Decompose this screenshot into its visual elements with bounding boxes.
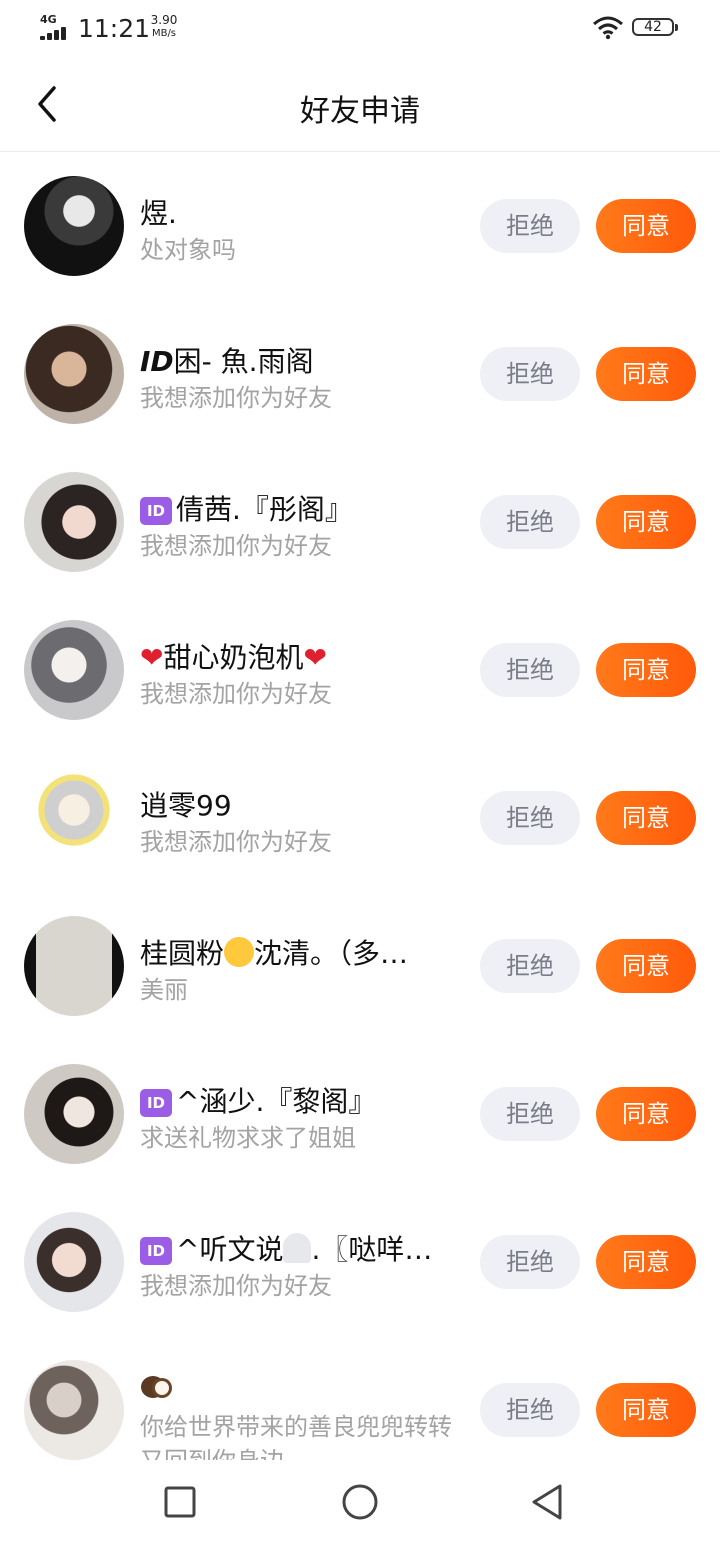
id-badge-icon: ID	[140, 1237, 172, 1265]
friend-request-item: 你给世界带来的善良兜兜转转又回到你身边 拒绝 同意	[0, 1336, 720, 1460]
system-back-button[interactable]	[526, 1480, 570, 1524]
avatar[interactable]	[24, 1064, 124, 1164]
friend-request-item: 煜. 处对象吗 拒绝 同意	[0, 152, 720, 300]
reject-button[interactable]: 拒绝	[480, 1087, 580, 1141]
requester-name-text: 甜心奶泡机	[163, 641, 304, 674]
request-message: 我想添加你为好友	[140, 1272, 332, 1300]
request-message: 你给世界带来的善良兜兜转转又回到你身边	[140, 1413, 452, 1460]
requester-name-text: 桂圆粉	[140, 937, 225, 970]
friend-request-item: ID ^涵少.『黎阁』 求送礼物求求了姐姐 拒绝 同意	[0, 1040, 720, 1188]
recents-button[interactable]	[158, 1480, 202, 1524]
reject-button[interactable]: 拒绝	[480, 939, 580, 993]
avatar[interactable]	[24, 1360, 124, 1460]
network-speed-value: 3.90	[150, 13, 178, 27]
network-speed-unit: MB/s	[151, 28, 177, 39]
home-button[interactable]	[338, 1480, 382, 1524]
friend-request-item: 逍零99 我想添加你为好友 拒绝 同意	[0, 744, 720, 892]
id-badge-icon: ID	[140, 497, 172, 525]
friend-request-item: ❤甜心奶泡机❤ 我想添加你为好友 拒绝 同意	[0, 596, 720, 744]
request-message: 我想添加你为好友	[140, 532, 332, 560]
avatar[interactable]	[24, 472, 124, 572]
avatar[interactable]	[24, 916, 124, 1016]
accept-button[interactable]: 同意	[596, 495, 696, 549]
avatar[interactable]	[24, 1212, 124, 1312]
requester-name: 逍零99	[140, 789, 232, 822]
requester-name-text: ^涵少.『黎阁』	[176, 1085, 377, 1118]
request-message: 求送礼物求求了姐姐	[140, 1124, 356, 1152]
requester-name: 桂圆粉 沈清。（多…	[140, 932, 408, 972]
reject-button[interactable]: 拒绝	[480, 643, 580, 697]
requester-name: ❤甜心奶泡机❤	[140, 636, 327, 676]
accept-button[interactable]: 同意	[596, 643, 696, 697]
system-navigation-bar	[0, 1460, 720, 1544]
avatar[interactable]	[24, 324, 124, 424]
avatar[interactable]	[24, 620, 124, 720]
reject-button[interactable]: 拒绝	[480, 1235, 580, 1289]
network-speed: 3.90 MB/s	[146, 14, 182, 40]
friend-request-item: ID ^听文说 .〖哒咩… 我想添加你为好友 拒绝 同意	[0, 1188, 720, 1336]
requester-name-text: 沈清。（多…	[254, 937, 409, 970]
triangle-back-icon	[532, 1484, 562, 1520]
avatar[interactable]	[24, 768, 124, 868]
requester-name-text: 困- 魚.雨阁	[173, 345, 314, 378]
heart-icon: ❤	[140, 641, 164, 674]
friend-request-item: 桂圆粉 沈清。（多… 美丽 拒绝 同意	[0, 892, 720, 1040]
requester-name-text: 倩茜.『彤阁』	[176, 493, 353, 526]
friend-request-list[interactable]: 煜. 处对象吗 拒绝 同意 ID困- 魚.雨阁 我想添加你为好友 拒绝 同意 I…	[0, 152, 720, 1460]
requester-name: 煜.	[140, 192, 177, 232]
hugging-face-icon	[224, 937, 255, 967]
requester-name-text: .〖哒咩…	[311, 1233, 433, 1266]
avatar[interactable]	[24, 176, 124, 276]
accept-button[interactable]: 同意	[596, 199, 696, 253]
accept-button[interactable]: 同意	[596, 347, 696, 401]
page-title: 好友申请	[300, 94, 420, 129]
coconut-icon	[141, 1376, 172, 1398]
status-bar: 4G 11:21 3.90 MB/s 42	[0, 0, 720, 60]
id-badge-icon: ID	[140, 1089, 172, 1117]
friend-request-item: ID 倩茜.『彤阁』 我想添加你为好友 拒绝 同意	[0, 448, 720, 596]
ghost-icon	[283, 1233, 312, 1263]
requester-name-text: ^听文说	[176, 1233, 284, 1266]
reject-button[interactable]: 拒绝	[480, 1383, 580, 1437]
header: 好友申请	[0, 60, 720, 152]
wifi-icon	[593, 16, 623, 40]
request-message: 我想添加你为好友	[140, 680, 332, 708]
accept-button[interactable]: 同意	[596, 791, 696, 845]
requester-name: ID困- 魚.雨阁	[140, 340, 314, 380]
reject-button[interactable]: 拒绝	[480, 791, 580, 845]
accept-button[interactable]: 同意	[596, 1235, 696, 1289]
accept-button[interactable]: 同意	[596, 939, 696, 993]
heart-icon: ❤	[303, 641, 327, 674]
requester-name	[140, 1370, 174, 1403]
square-icon	[164, 1486, 196, 1518]
clock: 11:21	[78, 14, 151, 43]
request-message: 我想添加你为好友	[140, 828, 332, 856]
requester-name-text: 煜.	[140, 197, 177, 230]
request-message: 我想添加你为好友	[140, 384, 332, 412]
friend-request-item: ID困- 魚.雨阁 我想添加你为好友 拒绝 同意	[0, 300, 720, 448]
reject-button[interactable]: 拒绝	[480, 199, 580, 253]
requester-name: ID ^听文说 .〖哒咩…	[140, 1228, 432, 1268]
request-message: 美丽	[140, 976, 188, 1004]
accept-button[interactable]: 同意	[596, 1087, 696, 1141]
signal-icon	[40, 26, 72, 40]
id-label: ID	[140, 345, 174, 378]
reject-button[interactable]: 拒绝	[480, 495, 580, 549]
request-message: 处对象吗	[140, 236, 236, 264]
network-type: 4G	[40, 13, 57, 26]
requester-name: ID ^涵少.『黎阁』	[140, 1080, 376, 1120]
requester-name: ID 倩茜.『彤阁』	[140, 488, 353, 528]
circle-icon	[342, 1484, 378, 1520]
reject-button[interactable]: 拒绝	[480, 347, 580, 401]
battery-indicator: 42	[632, 18, 678, 36]
friend-requests-screen: 4G 11:21 3.90 MB/s 42 好友申请 煜. 处对象吗 拒绝 同意…	[0, 0, 720, 1544]
accept-button[interactable]: 同意	[596, 1383, 696, 1437]
